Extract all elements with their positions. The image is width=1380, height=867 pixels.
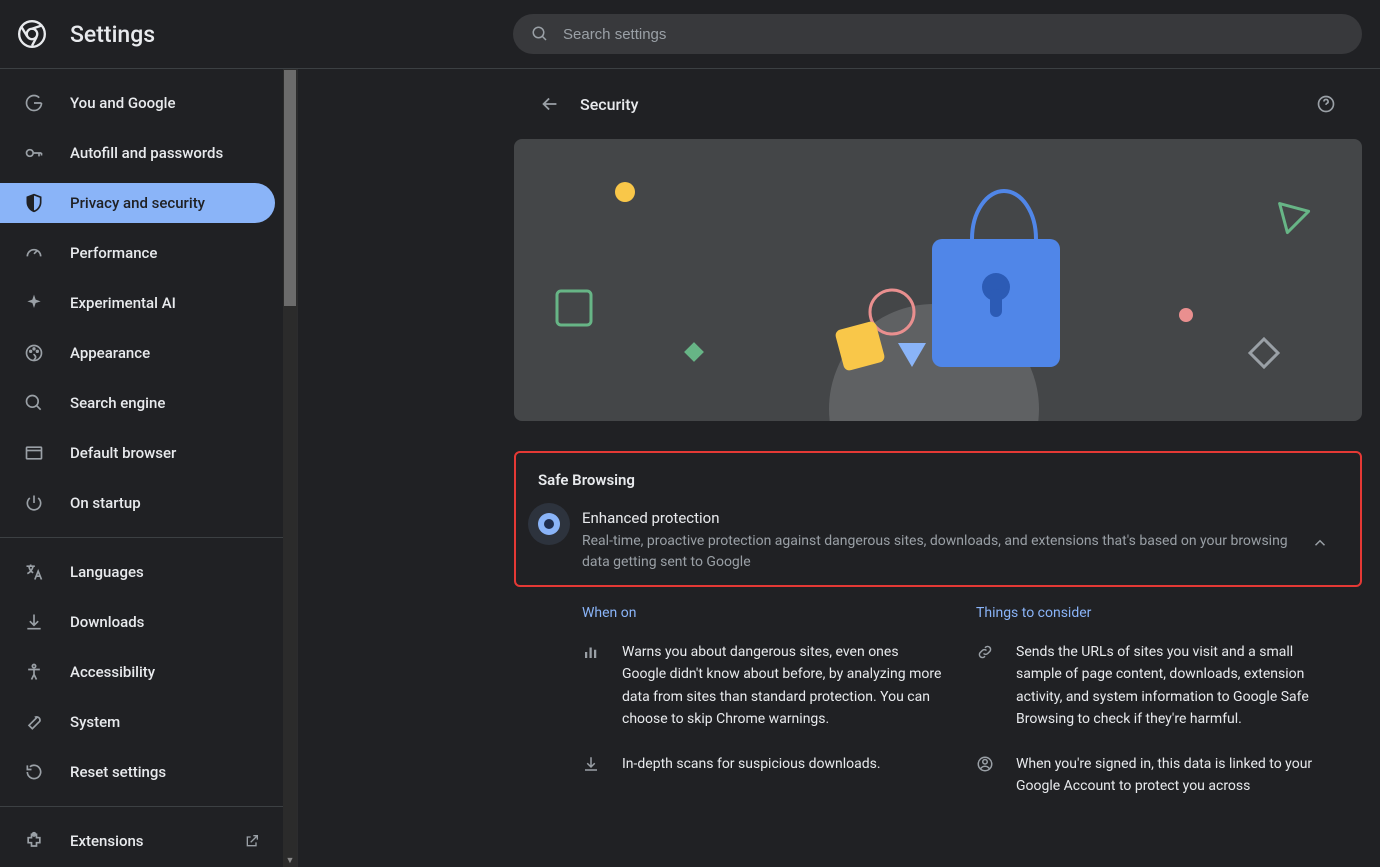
- sidebar-item-accessibility[interactable]: Accessibility: [0, 652, 284, 692]
- help-icon: [1316, 94, 1336, 114]
- sidebar-wrap: You and Google Autofill and passwords Pr…: [0, 69, 298, 867]
- extension-icon: [24, 831, 44, 851]
- collapse-button[interactable]: [1302, 525, 1338, 561]
- nav-section-extensions: Extensions: [0, 807, 284, 867]
- page-title: Security: [580, 95, 638, 114]
- sidebar-item-label: On startup: [70, 494, 141, 512]
- sidebar-item-reset[interactable]: Reset settings: [0, 752, 284, 792]
- detail-text: Sends the URLs of sites you visit and a …: [1016, 641, 1340, 731]
- option-description: Real-time, proactive protection against …: [582, 531, 1294, 573]
- accessibility-icon: [24, 662, 44, 682]
- consider-column: Things to consider Sends the URLs of sit…: [976, 605, 1340, 819]
- sidebar-item-label: Default browser: [70, 444, 176, 462]
- safe-browsing-title: Safe Browsing: [538, 471, 1360, 489]
- sidebar-item-appearance[interactable]: Appearance: [0, 333, 284, 373]
- nav-section-secondary: Languages Downloads Accessibility System…: [0, 538, 284, 807]
- account-icon: [976, 755, 996, 775]
- enhanced-protection-option[interactable]: Enhanced protection Real-time, proactive…: [516, 509, 1360, 573]
- google-g-icon: [24, 93, 44, 113]
- sidebar-item-languages[interactable]: Languages: [0, 552, 284, 592]
- download-icon: [24, 612, 44, 632]
- chevron-up-icon: [1311, 534, 1329, 552]
- detail-text: When you're signed in, this data is link…: [1016, 753, 1340, 798]
- chrome-icon: [18, 20, 46, 48]
- palette-icon: [24, 343, 44, 363]
- detail-text: In-depth scans for suspicious downloads.: [622, 753, 881, 775]
- sidebar-item-label: You and Google: [70, 94, 175, 112]
- sidebar-item-search-engine[interactable]: Search engine: [0, 383, 284, 423]
- sidebar-item-on-startup[interactable]: On startup: [0, 483, 284, 523]
- search-icon: [531, 25, 549, 43]
- sidebar-item-downloads[interactable]: Downloads: [0, 602, 284, 642]
- settings-title: Settings: [70, 21, 155, 48]
- sidebar-item-label: Search engine: [70, 394, 165, 412]
- search-container: [513, 14, 1362, 54]
- sidebar: You and Google Autofill and passwords Pr…: [0, 69, 284, 867]
- sparkle-icon: [24, 293, 44, 313]
- detail-text: Warns you about dangerous sites, even on…: [622, 641, 946, 731]
- option-title: Enhanced protection: [582, 509, 1294, 527]
- sidebar-item-label: Autofill and passwords: [70, 144, 223, 162]
- sidebar-item-autofill[interactable]: Autofill and passwords: [0, 133, 284, 173]
- sidebar-item-you-and-google[interactable]: You and Google: [0, 83, 284, 123]
- hero-illustration: [514, 139, 1362, 421]
- details-columns: When on Warns you about dangerous sites,…: [514, 587, 1362, 819]
- key-icon: [24, 143, 44, 163]
- sidebar-item-privacy[interactable]: Privacy and security: [0, 183, 275, 223]
- page-header: Security: [514, 69, 1362, 139]
- bar-chart-icon: [582, 643, 602, 663]
- detail-item: In-depth scans for suspicious downloads.: [582, 753, 946, 775]
- detail-item: Sends the URLs of sites you visit and a …: [976, 641, 1340, 731]
- search-box[interactable]: [513, 14, 1362, 54]
- detail-item: Warns you about dangerous sites, even on…: [582, 641, 946, 731]
- reset-icon: [24, 762, 44, 782]
- consider-heading: Things to consider: [976, 605, 1340, 621]
- search-icon: [24, 393, 44, 413]
- wrench-icon: [24, 712, 44, 732]
- sidebar-item-label: Reset settings: [70, 763, 166, 781]
- sidebar-item-label: Performance: [70, 244, 157, 262]
- header: Settings: [0, 0, 1380, 69]
- help-button[interactable]: [1308, 86, 1344, 122]
- sidebar-item-label: Accessibility: [70, 663, 155, 681]
- power-icon: [24, 493, 44, 513]
- sidebar-item-performance[interactable]: Performance: [0, 233, 284, 273]
- detail-item: When you're signed in, this data is link…: [976, 753, 1340, 798]
- when-on-heading: When on: [582, 605, 946, 621]
- sidebar-item-label: Languages: [70, 563, 144, 581]
- sidebar-item-label: Experimental AI: [70, 294, 176, 312]
- scroll-down-arrow[interactable]: ▼: [285, 856, 295, 866]
- scrollbar-thumb[interactable]: [284, 70, 296, 306]
- sidebar-item-label: Extensions: [70, 832, 144, 850]
- speedometer-icon: [24, 243, 44, 263]
- sidebar-item-default-browser[interactable]: Default browser: [0, 433, 284, 473]
- sidebar-item-label: Appearance: [70, 344, 150, 362]
- header-logo-area: Settings: [18, 20, 513, 48]
- external-link-icon: [244, 833, 260, 849]
- sidebar-item-label: System: [70, 713, 120, 731]
- download-scan-icon: [582, 755, 602, 775]
- translate-icon: [24, 562, 44, 582]
- link-icon: [976, 643, 996, 663]
- sidebar-item-extensions[interactable]: Extensions: [0, 821, 284, 861]
- sidebar-item-system[interactable]: System: [0, 702, 284, 742]
- option-text: Enhanced protection Real-time, proactive…: [582, 509, 1294, 573]
- nav-section-main: You and Google Autofill and passwords Pr…: [0, 69, 284, 538]
- browser-icon: [24, 443, 44, 463]
- sidebar-item-label: Privacy and security: [70, 194, 205, 212]
- search-input[interactable]: [563, 26, 1344, 43]
- when-on-column: When on Warns you about dangerous sites,…: [582, 605, 946, 819]
- sidebar-item-experimental-ai[interactable]: Experimental AI: [0, 283, 284, 323]
- back-button[interactable]: [532, 86, 568, 122]
- main-content: Security: [298, 69, 1380, 867]
- sidebar-scrollbar[interactable]: ▲ ▼: [283, 69, 297, 867]
- safe-browsing-section: Safe Browsing Enhanced protection Real-t…: [514, 451, 1362, 587]
- arrow-left-icon: [539, 93, 561, 115]
- radio-button-selected[interactable]: [538, 513, 560, 535]
- sidebar-item-label: Downloads: [70, 613, 144, 631]
- shield-icon: [24, 193, 44, 213]
